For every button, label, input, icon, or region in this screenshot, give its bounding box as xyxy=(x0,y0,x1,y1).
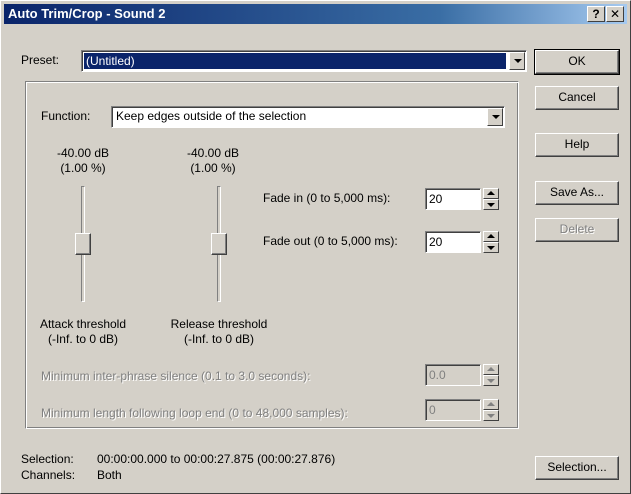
selection-button[interactable]: Selection... xyxy=(535,456,619,480)
fade-in-input[interactable]: 20 xyxy=(425,188,481,210)
title-bar[interactable]: Auto Trim/Crop - Sound 2 ? ✕ xyxy=(4,4,627,24)
delete-button[interactable]: Delete xyxy=(535,218,619,242)
attack-threshold-label: Attack threshold xyxy=(39,317,127,331)
attack-slider-thumb[interactable] xyxy=(75,233,91,255)
min-silence-label: Minimum inter-phrase silence (0.1 to 3.0… xyxy=(41,369,311,383)
function-label: Function: xyxy=(41,109,91,123)
release-threshold-label: Release threshold xyxy=(170,317,268,331)
save-as-button[interactable]: Save As... xyxy=(535,181,619,205)
function-value: Keep edges outside of the selection xyxy=(116,109,307,123)
spin-up-icon[interactable] xyxy=(483,364,499,375)
auto-trim-crop-dialog: Auto Trim/Crop - Sound 2 ? ✕ Preset: (Un… xyxy=(0,0,631,494)
attack-pct-readout: (1.00 %) xyxy=(60,161,106,175)
spin-up-icon[interactable] xyxy=(483,188,499,199)
ok-button[interactable]: OK xyxy=(534,49,620,75)
selection-label: Selection: xyxy=(21,452,74,466)
close-icon[interactable]: ✕ xyxy=(606,6,624,22)
spin-down-icon[interactable] xyxy=(483,375,499,386)
attack-db-readout: -40.00 dB xyxy=(56,146,110,160)
preset-dropdown[interactable]: (Untitled) xyxy=(81,50,527,72)
min-length-spinner[interactable] xyxy=(483,399,499,421)
preset-value: (Untitled) xyxy=(84,53,506,69)
help-button[interactable]: Help xyxy=(535,133,619,157)
min-silence-spinner[interactable] xyxy=(483,364,499,386)
release-db-readout: -40.00 dB xyxy=(186,146,240,160)
spin-down-icon[interactable] xyxy=(483,410,499,421)
channels-value: Both xyxy=(97,468,122,482)
spin-up-icon[interactable] xyxy=(483,231,499,242)
spin-down-icon[interactable] xyxy=(483,242,499,253)
min-length-input[interactable]: 0 xyxy=(425,399,481,421)
spin-up-icon[interactable] xyxy=(483,399,499,410)
fade-in-spinner[interactable] xyxy=(483,188,499,210)
attack-range-label: (-Inf. to 0 dB) xyxy=(47,332,119,346)
min-length-label: Minimum length following loop end (0 to … xyxy=(41,406,348,420)
window-title: Auto Trim/Crop - Sound 2 xyxy=(8,6,166,21)
release-slider-thumb[interactable] xyxy=(211,233,227,255)
channels-label: Channels: xyxy=(21,468,76,482)
cancel-button[interactable]: Cancel xyxy=(535,86,619,110)
preset-label: Preset: xyxy=(21,53,60,67)
chevron-down-icon[interactable] xyxy=(509,52,525,70)
function-dropdown[interactable]: Keep edges outside of the selection xyxy=(111,106,505,128)
release-pct-readout: (1.00 %) xyxy=(190,161,236,175)
fade-out-input[interactable]: 20 xyxy=(425,231,481,253)
chevron-down-icon[interactable] xyxy=(487,108,503,126)
help-question-icon[interactable]: ? xyxy=(587,6,605,22)
spin-down-icon[interactable] xyxy=(483,199,499,210)
fade-out-spinner[interactable] xyxy=(483,231,499,253)
min-silence-input[interactable]: 0.0 xyxy=(425,364,481,386)
release-range-label: (-Inf. to 0 dB) xyxy=(183,332,255,346)
fade-in-label: Fade in (0 to 5,000 ms): xyxy=(263,191,391,205)
selection-value: 00:00:00.000 to 00:00:27.875 (00:00:27.8… xyxy=(97,452,336,466)
fade-out-label: Fade out (0 to 5,000 ms): xyxy=(263,234,398,248)
